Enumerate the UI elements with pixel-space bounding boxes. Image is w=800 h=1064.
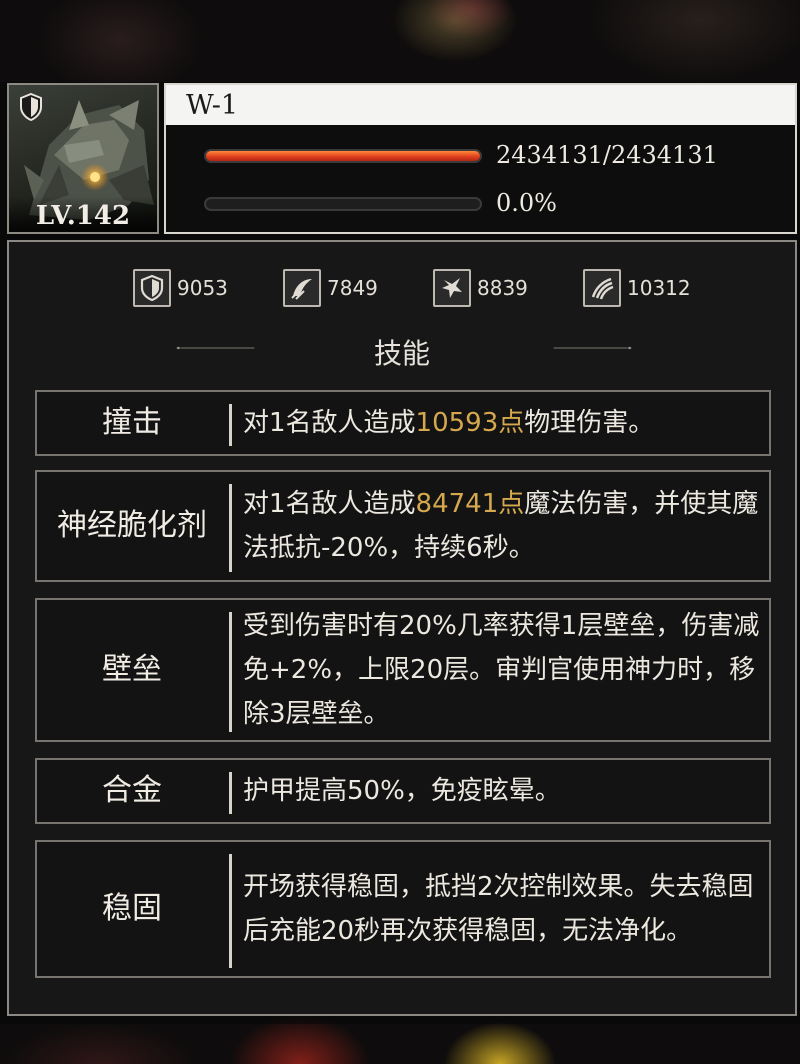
armor-shield-icon: [133, 269, 171, 307]
right-ornament: [553, 346, 632, 350]
skill-divider: [229, 854, 232, 968]
stat-value: 10312: [627, 276, 691, 300]
stat-armor: 9053: [133, 268, 228, 308]
unit-level: LV.142: [9, 196, 157, 232]
skill-divider: [229, 612, 232, 732]
stat-attack: 8839: [433, 268, 528, 308]
skill-name: 合金: [102, 773, 162, 808]
skill-name: 稳固: [102, 891, 162, 926]
skill-divider: [229, 404, 232, 446]
skill-divider: [229, 772, 232, 814]
skill-row-neural-embrittlement[interactable]: 神经脆化剂 对1名敌人造成84741点魔法伤害，并使其魔法抵抗-20%，持续6秒…: [35, 470, 771, 582]
skill-description: 开场获得稳固，抵挡2次控制效果。失去稳固后充能20秒再次获得稳固，无法净化。: [243, 872, 754, 946]
skill-description: 护甲提高50%，免疫眩晕。: [243, 776, 561, 806]
section-title: 技能: [373, 337, 430, 370]
stat-magic-resist: 7849: [283, 268, 378, 308]
skill-row-steady[interactable]: 稳固 开场获得稳固，抵挡2次控制效果。失去稳固后充能20秒再次获得稳固，无法净化…: [35, 840, 771, 978]
skill-row-impact[interactable]: 撞击 对1名敌人造成10593点物理伤害。: [35, 390, 771, 456]
skill-description: 受到伤害时有20%几率获得1层壁垒，伤害减免+2%，上限20层。审判官使用神力时…: [243, 611, 760, 729]
shield-value: 0.0%: [496, 189, 557, 217]
shield-icon: [20, 93, 42, 121]
unit-details-panel: 9053 7849 8839 10312 技能 撞击 对1名敌人造成10593点…: [7, 240, 797, 1016]
hp-value: 2434131/2434131: [496, 141, 718, 169]
skill-name: 壁垒: [102, 652, 162, 687]
claw-swipe-icon: [583, 269, 621, 307]
unit-name: W-1: [166, 85, 795, 125]
skill-description: 对1名敌人造成84741点魔法伤害，并使其魔法抵抗-20%，持续6秒。: [243, 489, 759, 563]
skill-name: 撞击: [102, 405, 162, 440]
damage-highlight: 10593点: [415, 408, 525, 438]
skill-row-alloy[interactable]: 合金 护甲提高50%，免疫眩晕。: [35, 758, 771, 824]
unit-info-box: W-1 2434131/2434131 0.0%: [164, 83, 797, 234]
skill-row-bulwark[interactable]: 壁垒 受到伤害时有20%几率获得1层壁垒，伤害减免+2%，上限20层。审判官使用…: [35, 598, 771, 742]
unit-portrait[interactable]: LV.142: [7, 83, 159, 234]
hp-bar: [204, 149, 482, 163]
stat-value: 9053: [177, 276, 228, 300]
skill-description: 对1名敌人造成10593点物理伤害。: [243, 408, 655, 438]
stat-value: 7849: [327, 276, 378, 300]
skills-section-header: 技能: [9, 332, 795, 372]
magic-resist-icon: [283, 269, 321, 307]
damage-highlight: 84741点: [415, 489, 525, 519]
hp-bar-fill: [206, 151, 480, 161]
skill-divider: [229, 484, 232, 572]
shield-bar: [204, 197, 482, 211]
skill-name: 神经脆化剂: [57, 508, 207, 543]
attack-burst-icon: [433, 269, 471, 307]
stat-value: 8839: [477, 276, 528, 300]
stat-crit: 10312: [583, 268, 691, 308]
stat-row: 9053 7849 8839 10312: [9, 268, 795, 308]
